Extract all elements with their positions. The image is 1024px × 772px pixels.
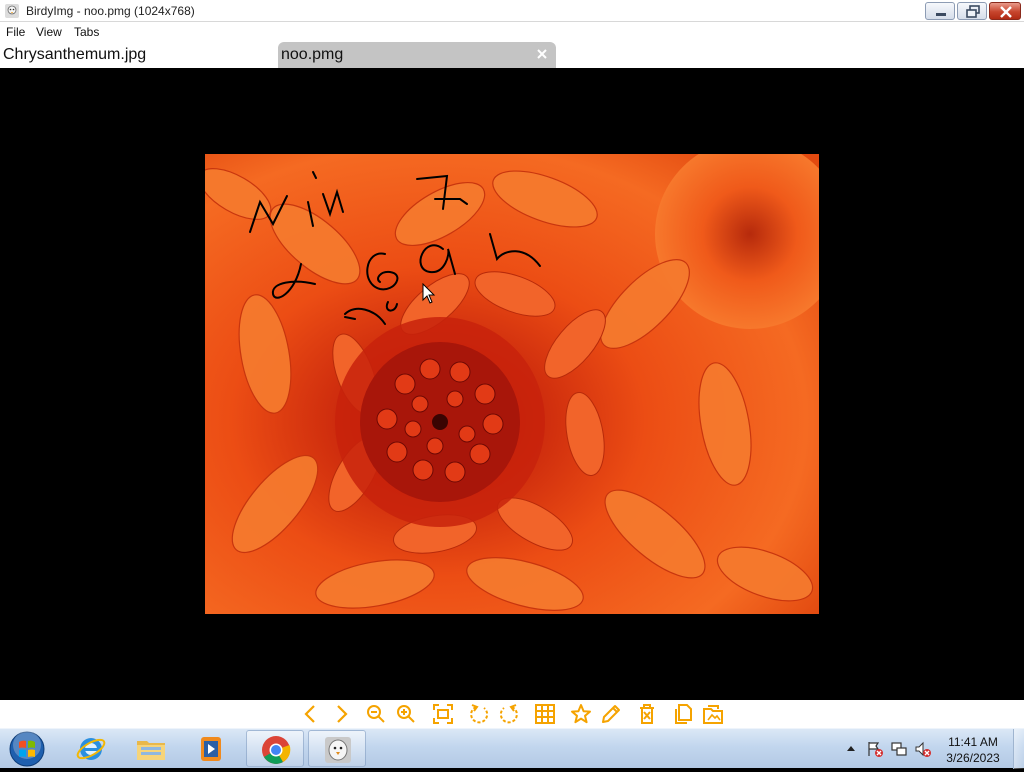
rotate-right-icon: [499, 704, 518, 724]
tab-label: noo.pmg: [281, 46, 344, 63]
grid-icon: [535, 704, 555, 724]
minimize-button[interactable]: [925, 2, 955, 20]
network-icon[interactable]: [890, 740, 908, 758]
start-button[interactable]: [7, 731, 47, 767]
rotate-right-button[interactable]: [498, 703, 520, 725]
zoom-out-button[interactable]: [365, 703, 387, 725]
tab-noo[interactable]: noo.pmg: [278, 42, 556, 68]
taskbar-file-explorer[interactable]: [122, 730, 180, 767]
close-button[interactable]: [989, 2, 1021, 20]
taskbar: 11:41 AM 3/26/2023: [0, 728, 1024, 769]
taskbar-internet-explorer[interactable]: [62, 730, 120, 767]
tab-bar: Chrysanthemum.jpg noo.pmg: [0, 42, 1024, 68]
close-x-icon[interactable]: [534, 46, 550, 62]
file-explorer-icon: [137, 741, 165, 760]
delete-icon: [640, 704, 654, 724]
windows-start-icon: [9, 731, 45, 767]
media-player-icon: [201, 737, 221, 761]
clock-time[interactable]: 11:41 AM: [938, 735, 1008, 749]
internet-explorer-icon: [76, 738, 106, 760]
fit-to-window-icon: [433, 704, 453, 724]
fit-to-window-button[interactable]: [432, 703, 454, 725]
chrysanthemum-photo: [205, 154, 819, 614]
title-bar: BirdyImg - noo.pmg (1024x768): [0, 0, 1024, 22]
action-center-flag-icon[interactable]: [866, 740, 884, 758]
volume-muted-icon[interactable]: [914, 740, 932, 758]
bird-app-icon: [5, 4, 19, 18]
edit-pencil-icon: [602, 705, 620, 723]
restore-icon: [966, 5, 980, 18]
minimize-icon: [936, 13, 946, 16]
next-icon: [337, 705, 348, 723]
rotate-left-icon: [470, 704, 489, 724]
menu-bar: File View Tabs: [0, 22, 1024, 42]
restore-button[interactable]: [957, 2, 987, 20]
tab-label: Chrysanthemum.jpg: [3, 46, 147, 63]
previous-button[interactable]: [300, 703, 322, 725]
taskbar-media-player[interactable]: [182, 730, 240, 767]
image-viewer[interactable]: [0, 68, 1024, 700]
delete-button[interactable]: [636, 703, 658, 725]
copy-button[interactable]: [672, 703, 694, 725]
show-desktop-button[interactable]: [1013, 729, 1024, 769]
birdyimg-icon: [325, 737, 351, 763]
move-to-folder-button[interactable]: [702, 703, 724, 725]
clock-date[interactable]: 3/26/2023: [938, 751, 1008, 765]
zoom-out-icon: [367, 705, 385, 723]
show-hidden-icons-arrow[interactable]: [846, 744, 856, 752]
previous-icon: [304, 705, 315, 723]
favorite-button[interactable]: [570, 703, 592, 725]
next-button[interactable]: [330, 703, 352, 725]
taskbar-chrome[interactable]: [246, 730, 304, 767]
birdyimg-window: BirdyImg - noo.pmg (1024x768) File View …: [0, 0, 1024, 769]
zoom-in-button[interactable]: [395, 703, 417, 725]
window-title: BirdyImg - noo.pmg (1024x768): [26, 4, 195, 18]
taskbar-birdyimg[interactable]: [308, 730, 366, 767]
copy-icon: [675, 704, 692, 724]
close-icon: [1000, 6, 1012, 18]
zoom-in-icon: [397, 705, 415, 723]
mouse-cursor-icon: [422, 283, 436, 304]
favorite-star-icon: [571, 704, 591, 724]
menu-tabs[interactable]: Tabs: [74, 25, 99, 39]
move-to-folder-icon: [703, 705, 723, 724]
chrome-icon: [262, 736, 291, 764]
edit-button[interactable]: [600, 703, 622, 725]
image-toolbar: [0, 700, 1024, 728]
menu-file[interactable]: File: [6, 25, 25, 39]
menu-view[interactable]: View: [36, 25, 62, 39]
tab-chrysanthemum[interactable]: Chrysanthemum.jpg: [0, 42, 276, 68]
rotate-left-button[interactable]: [468, 703, 490, 725]
grid-button[interactable]: [534, 703, 556, 725]
